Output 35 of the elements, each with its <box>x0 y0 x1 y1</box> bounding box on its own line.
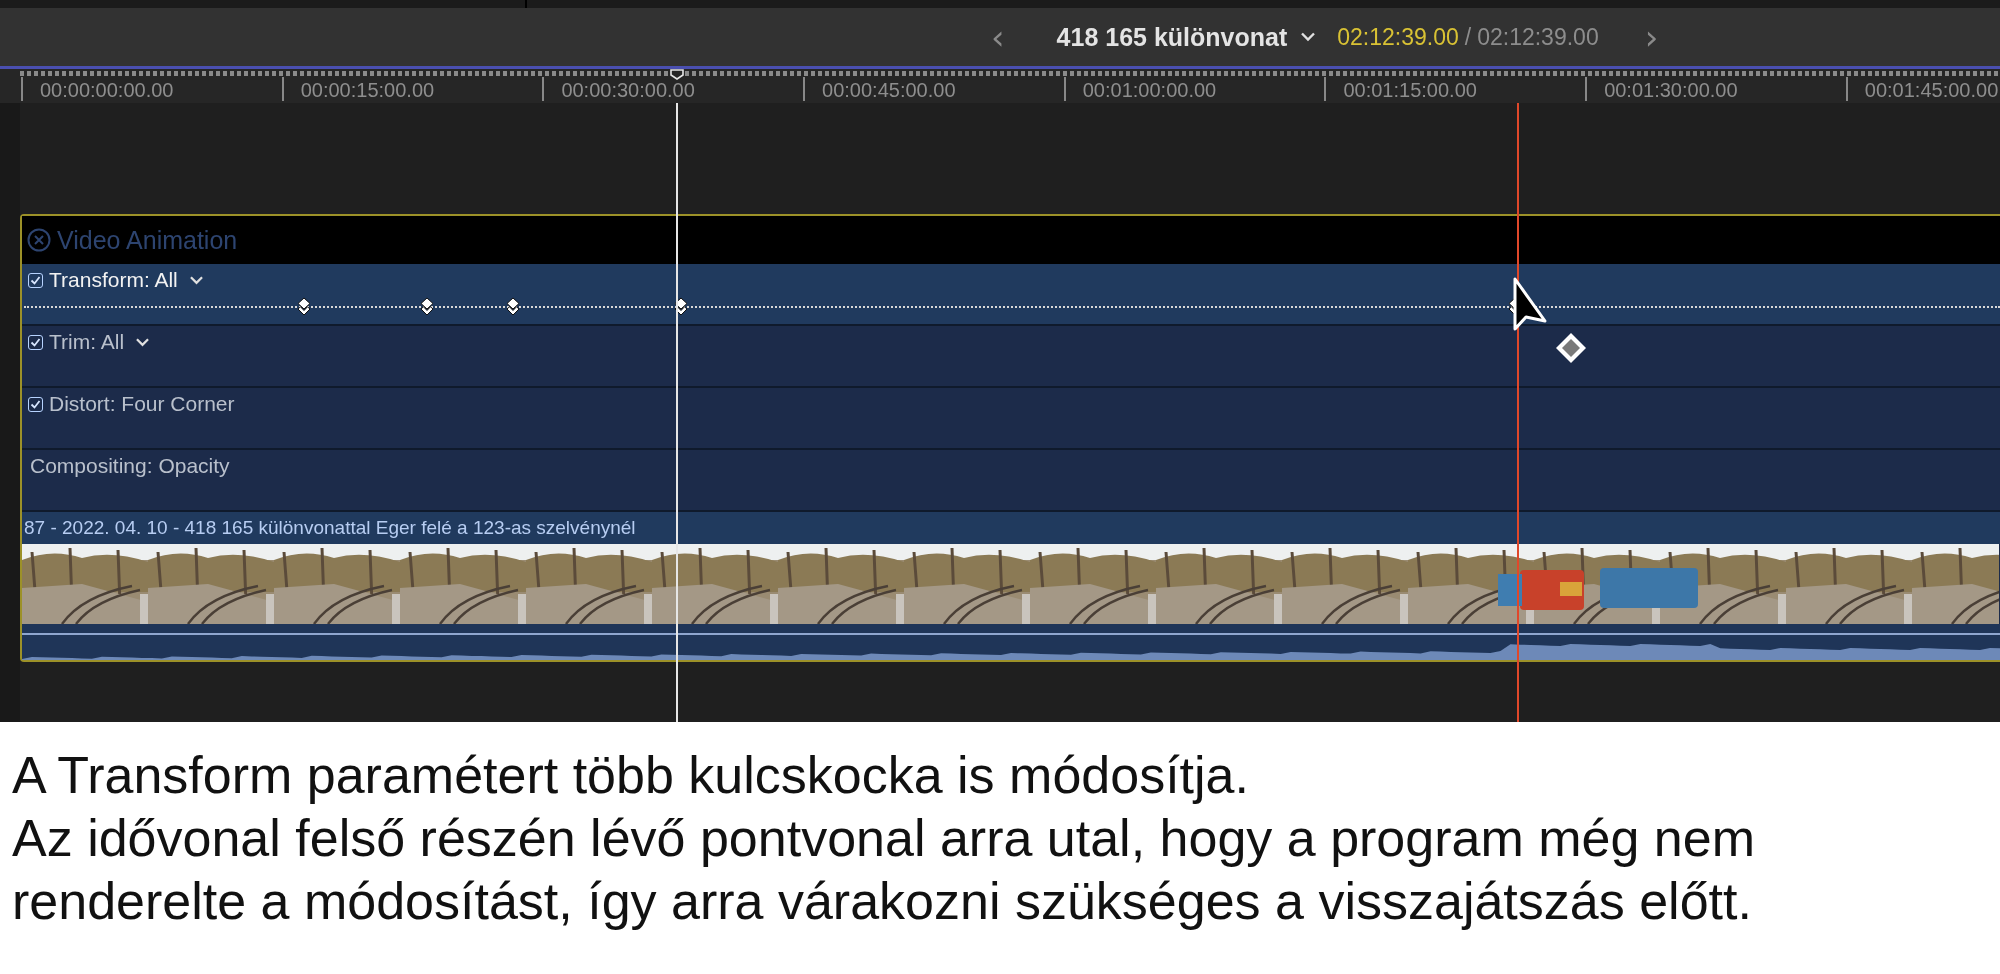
caption-text: A Transform paramétert több kulcskocka is módosítja. <box>12 745 1250 806</box>
timecode-separator: / <box>1464 23 1472 51</box>
total-timecode: 02:12:39.00 <box>1477 23 1599 51</box>
project-menu[interactable]: 418 165 különvonat <box>1056 22 1316 52</box>
current-timecode: 02:12:39.00 <box>1337 23 1459 51</box>
previous-button[interactable]: ‹ <box>985 20 1011 54</box>
chevron-icon <box>1301 32 1316 42</box>
parameter-label: Transform: All <box>49 268 178 292</box>
parameter-label: Distort: Four Corner <box>49 392 235 416</box>
caption-text: Az idővonal felső részén lévő pontvonal arra utal, hogy a program még nem renderelte a módosítást, így arra várakozni szükséges a visszajátszás előtt. <box>12 808 1756 932</box>
next-button[interactable]: › <box>1638 20 1665 54</box>
animation-editor-title: Video Animation <box>57 225 238 255</box>
ruler-label: 00:00:15:00.00 <box>300 79 435 101</box>
keyframe-icon[interactable] <box>506 297 520 317</box>
parameter-label: Compositing: Opacity <box>30 454 230 478</box>
parameter-row[interactable]: Transform: All <box>22 264 2000 326</box>
parameter-label: Trim: All <box>49 330 125 354</box>
chevron-icon[interactable] <box>136 337 150 347</box>
ruler-label: 00:01:00:00.00 <box>1082 79 1217 101</box>
keyframe-icon[interactable] <box>420 297 434 317</box>
ruler-label: 00:01:15:00.00 <box>1343 79 1477 101</box>
keyframe-icon[interactable] <box>674 297 688 317</box>
ruler-label: 00:01:45:00.00 <box>1864 79 1999 101</box>
keyframe-icon[interactable] <box>297 297 311 317</box>
ruler-label: 00:00:00:00.00 <box>40 79 174 101</box>
checkbox[interactable] <box>28 334 43 350</box>
checkbox[interactable] <box>28 272 43 288</box>
chevron-icon[interactable] <box>189 275 203 285</box>
checkbox[interactable] <box>28 396 43 412</box>
ruler-label: 00:00:30:00.00 <box>561 79 695 101</box>
ruler-label: 00:01:30:00.00 <box>1604 79 1738 101</box>
clip-title: 87 - 2022. 04. 10 - 418 165 különvonattal Eger felé a 123-as szelvénynél <box>22 512 2000 544</box>
clip[interactable]: Video Animation Transform: All Trim: All Distort: Four Corner Compositing: Opacity 87 - 2022. 04. 10 - 418 165 különvonattal Eger felé a 123-as szelvénynél <box>20 214 2000 662</box>
keyframe-icon[interactable] <box>1554 331 1588 365</box>
ruler-label: 00:00:45:00.00 <box>822 79 956 101</box>
